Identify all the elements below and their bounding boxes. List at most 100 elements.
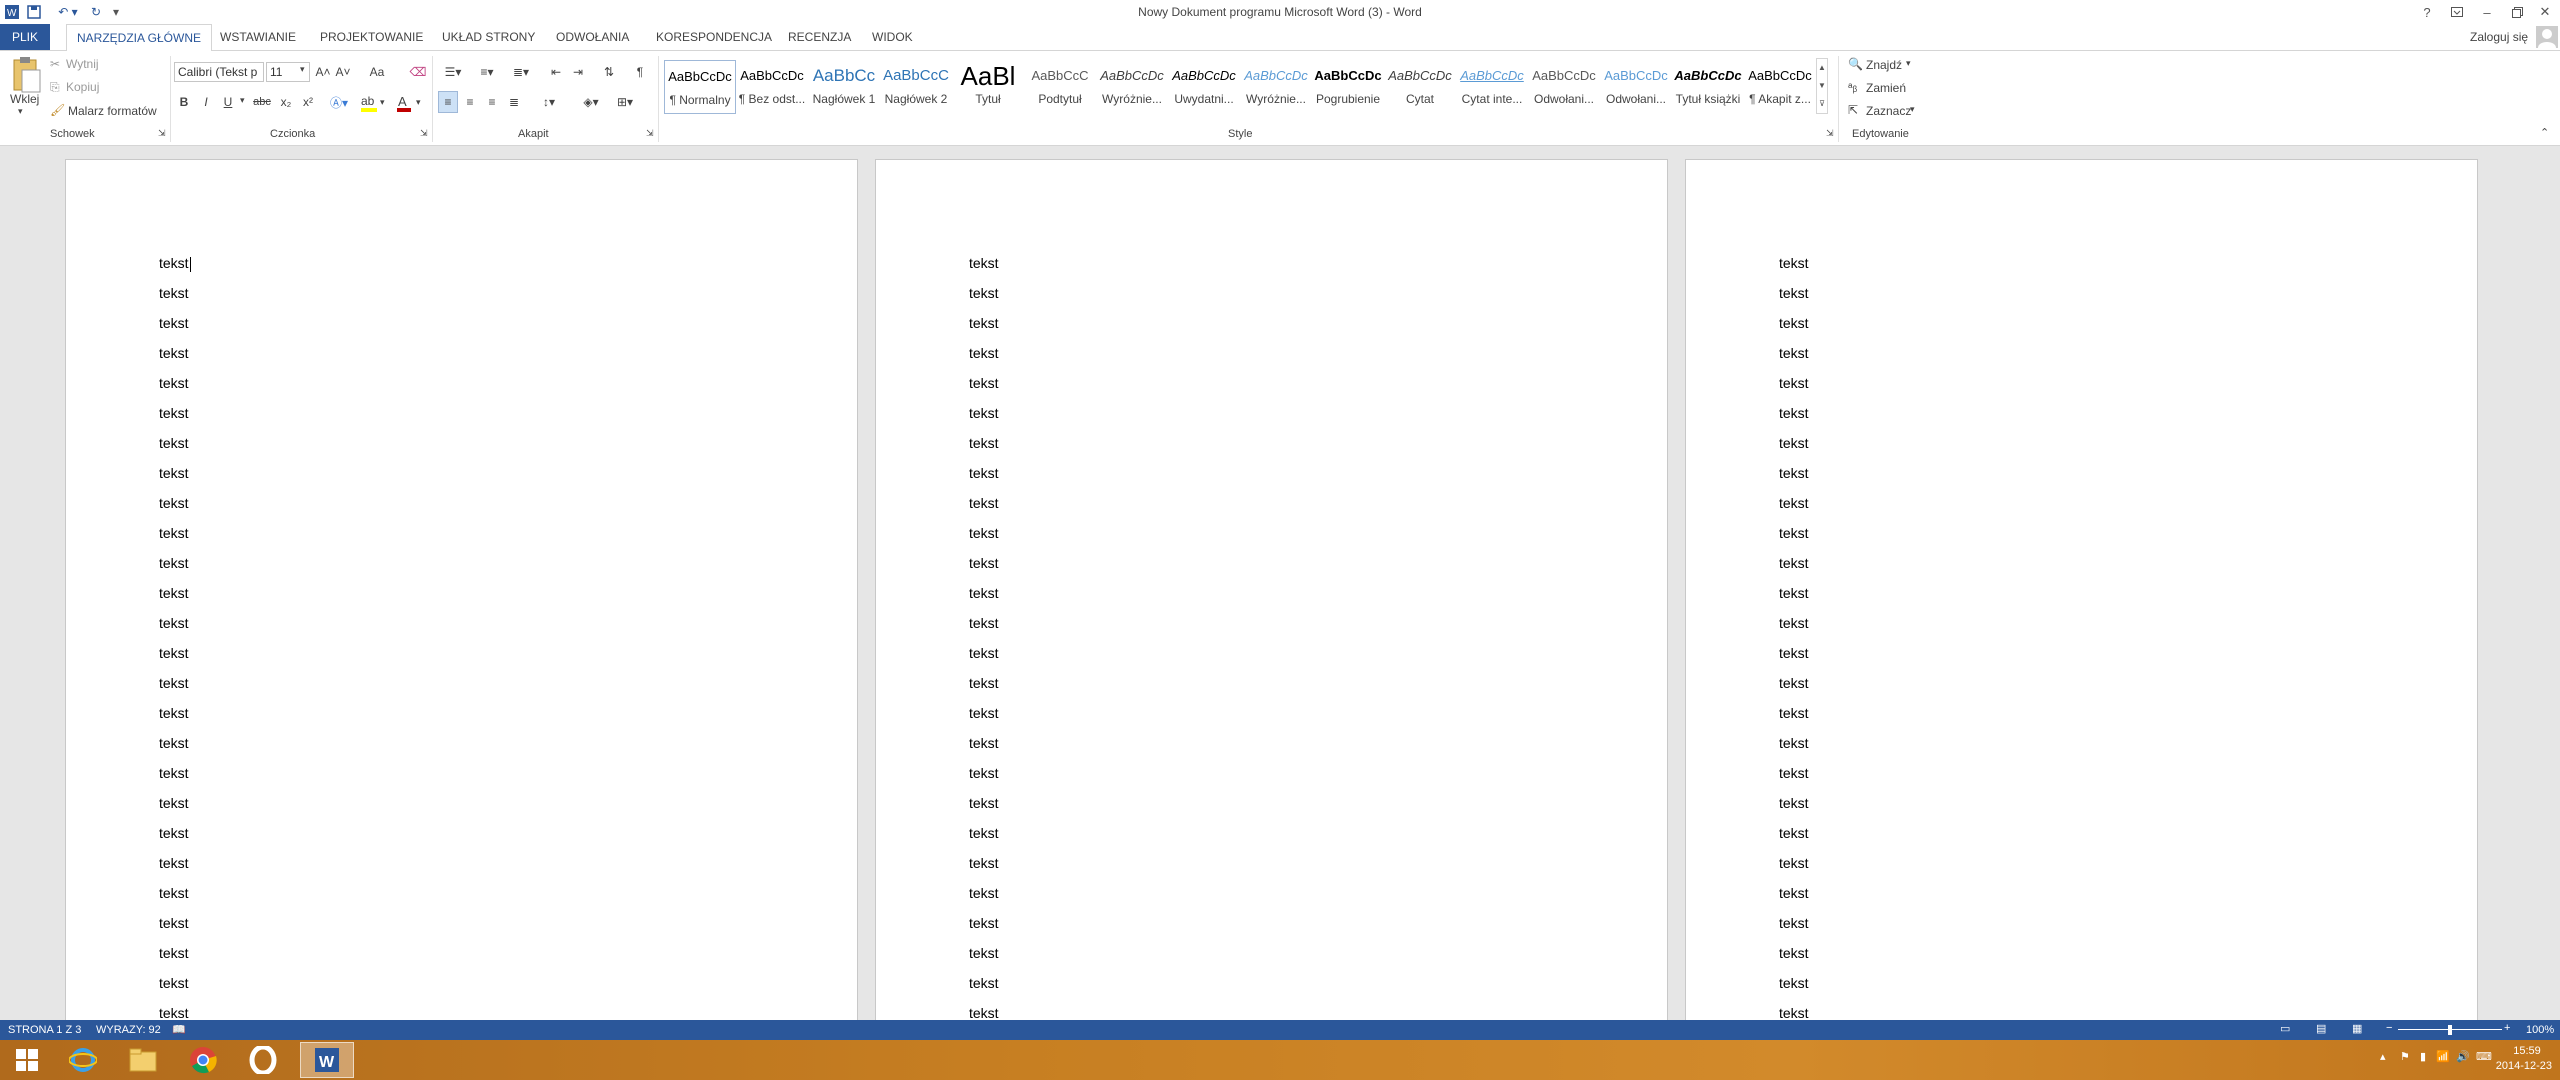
text-line[interactable]: tekst	[969, 368, 999, 398]
text-line[interactable]: tekst	[159, 488, 191, 518]
text-line[interactable]: tekst	[159, 308, 191, 338]
tab-design[interactable]: PROJEKTOWANIE	[310, 24, 433, 50]
power-icon[interactable]: ▮	[2420, 1050, 2426, 1063]
text-line[interactable]: tekst	[1779, 908, 1809, 938]
text-effects-icon[interactable]: Ⓐ▾	[326, 91, 352, 113]
borders-icon[interactable]: ⊞▾	[610, 91, 640, 113]
zoom-level[interactable]: 100%	[2526, 1024, 2554, 1036]
tray-arrow-icon[interactable]: ▴	[2380, 1050, 2386, 1063]
text-line[interactable]: tekst	[159, 818, 191, 848]
text-line[interactable]: tekst	[1779, 848, 1809, 878]
text-line[interactable]: tekst	[1779, 518, 1809, 548]
redo-icon[interactable]: ↻	[86, 2, 106, 22]
chrome-icon[interactable]	[176, 1042, 230, 1078]
text-line[interactable]: tekst	[159, 968, 191, 998]
italic-button[interactable]: I	[196, 91, 216, 113]
text-line[interactable]: tekst	[969, 698, 999, 728]
text-line[interactable]: tekst	[159, 368, 191, 398]
paragraph-launcher-icon[interactable]: ⇲	[646, 128, 654, 139]
zoom-slider-thumb[interactable]	[2448, 1025, 2452, 1035]
text-line[interactable]: tekst	[1779, 788, 1809, 818]
text-line[interactable]: tekst	[1779, 488, 1809, 518]
underline-button[interactable]: U	[218, 91, 238, 113]
network-icon[interactable]: 📶	[2436, 1050, 2450, 1063]
font-name-combo[interactable]: Calibri (Tekst p	[174, 62, 264, 82]
text-line[interactable]: tekst	[969, 908, 999, 938]
style-item[interactable]: AaBl Tytuł	[952, 60, 1024, 114]
text-line[interactable]: tekst	[969, 668, 999, 698]
select-dropdown-icon[interactable]: ▾	[1910, 104, 1915, 115]
text-line[interactable]: tekst	[969, 878, 999, 908]
page-3[interactable]: tekst tekst tekst tekst tekst tekst tekst tekst…	[1685, 159, 2478, 1059]
text-line[interactable]: tekst	[969, 548, 999, 578]
text-line[interactable]: tekst	[1779, 248, 1809, 278]
font-color-button[interactable]: A ▾	[394, 92, 424, 114]
restore-icon[interactable]	[2502, 0, 2532, 24]
format-painter-button[interactable]: Malarz formatów	[68, 104, 157, 118]
text-line[interactable]: tekst	[1779, 878, 1809, 908]
text-line[interactable]: tekst	[1779, 308, 1809, 338]
text-line[interactable]: tekst	[1779, 608, 1809, 638]
volume-icon[interactable]: 🔊	[2456, 1050, 2470, 1063]
save-icon[interactable]	[24, 2, 44, 22]
text-line[interactable]: tekst	[1779, 578, 1809, 608]
text-line[interactable]: tekst	[1779, 458, 1809, 488]
proofing-icon[interactable]: 📖	[172, 1023, 186, 1036]
ribbon-display-icon[interactable]	[2442, 0, 2472, 24]
text-line[interactable]: tekst	[969, 458, 999, 488]
text-line[interactable]: tekst	[969, 518, 999, 548]
increase-indent-icon[interactable]: ⇥	[568, 61, 588, 83]
internet-explorer-icon[interactable]	[56, 1042, 110, 1078]
text-line[interactable]: tekst	[969, 338, 999, 368]
copy-button[interactable]: Kopiuj	[66, 80, 99, 94]
strikethrough-button[interactable]: abc	[250, 91, 274, 113]
action-center-icon[interactable]: ⚑	[2400, 1050, 2410, 1063]
style-item[interactable]: AaBbCcC Podtytuł	[1024, 60, 1096, 114]
style-item[interactable]: AaBbCcDc Cytat inte...	[1456, 60, 1528, 114]
multilevel-list-icon[interactable]: ≣▾	[506, 61, 536, 83]
paste-dropdown-icon[interactable]: ▾	[18, 106, 23, 117]
page-count[interactable]: STRONA 1 Z 3	[8, 1024, 81, 1036]
replace-button[interactable]: Zamień	[1866, 81, 1906, 95]
text-line[interactable]: tekst	[159, 548, 191, 578]
text-line[interactable]: tekst	[1779, 698, 1809, 728]
text-line[interactable]: tekst	[969, 848, 999, 878]
close-icon[interactable]: ✕	[2530, 0, 2560, 24]
help-icon[interactable]: ?	[2412, 0, 2442, 24]
style-item[interactable]: AaBbCcC Nagłówek 2	[880, 60, 952, 114]
style-item[interactable]: AaBbCcDc Pogrubienie	[1312, 60, 1384, 114]
styles-scroll[interactable]: ▲ ▼ ⊽	[1816, 58, 1828, 114]
opera-icon[interactable]	[236, 1042, 290, 1078]
text-line[interactable]: tekst	[159, 578, 191, 608]
minimize-icon[interactable]: –	[2472, 0, 2502, 24]
text-line[interactable]: tekst	[159, 278, 191, 308]
tab-references[interactable]: ODWOŁANIA	[546, 24, 639, 50]
find-button[interactable]: Znajdź	[1866, 58, 1902, 72]
clock-date[interactable]: 2014-12-23	[2482, 1060, 2552, 1072]
clock-time[interactable]: 15:59	[2502, 1045, 2552, 1057]
read-mode-icon[interactable]: ▭	[2280, 1022, 2290, 1035]
text-line[interactable]: tekst	[159, 728, 191, 758]
line-spacing-icon[interactable]: ↕▾	[534, 91, 564, 113]
text-line[interactable]: tekst	[1779, 638, 1809, 668]
text-line[interactable]: tekst	[969, 638, 999, 668]
superscript-button[interactable]: x²	[298, 91, 318, 113]
grow-font-button[interactable]: A˄	[314, 61, 332, 83]
text-line[interactable]: tekst	[969, 248, 999, 278]
sign-in-link[interactable]: Zaloguj się	[2470, 30, 2528, 44]
text-line[interactable]: tekst	[969, 398, 999, 428]
text-line[interactable]: tekst	[1779, 398, 1809, 428]
tab-review[interactable]: RECENZJA	[778, 24, 861, 50]
collapse-ribbon-icon[interactable]: ⌃	[2540, 126, 2549, 139]
text-line[interactable]: tekst	[1779, 938, 1809, 968]
style-item[interactable]: AaBbCc Nagłówek 1	[808, 60, 880, 114]
style-item[interactable]: AaBbCcDc ¶ Normalny	[664, 60, 736, 114]
file-explorer-icon[interactable]	[116, 1042, 170, 1078]
style-item[interactable]: AaBbCcDc Cytat	[1384, 60, 1456, 114]
tab-mailings[interactable]: KORESPONDENCJA	[646, 24, 782, 50]
text-line[interactable]: tekst	[1779, 368, 1809, 398]
text-line[interactable]: tekst	[969, 428, 999, 458]
text-line[interactable]: tekst	[159, 248, 191, 278]
decrease-indent-icon[interactable]: ⇤	[546, 61, 566, 83]
show-formatting-button[interactable]: ¶	[630, 61, 650, 83]
